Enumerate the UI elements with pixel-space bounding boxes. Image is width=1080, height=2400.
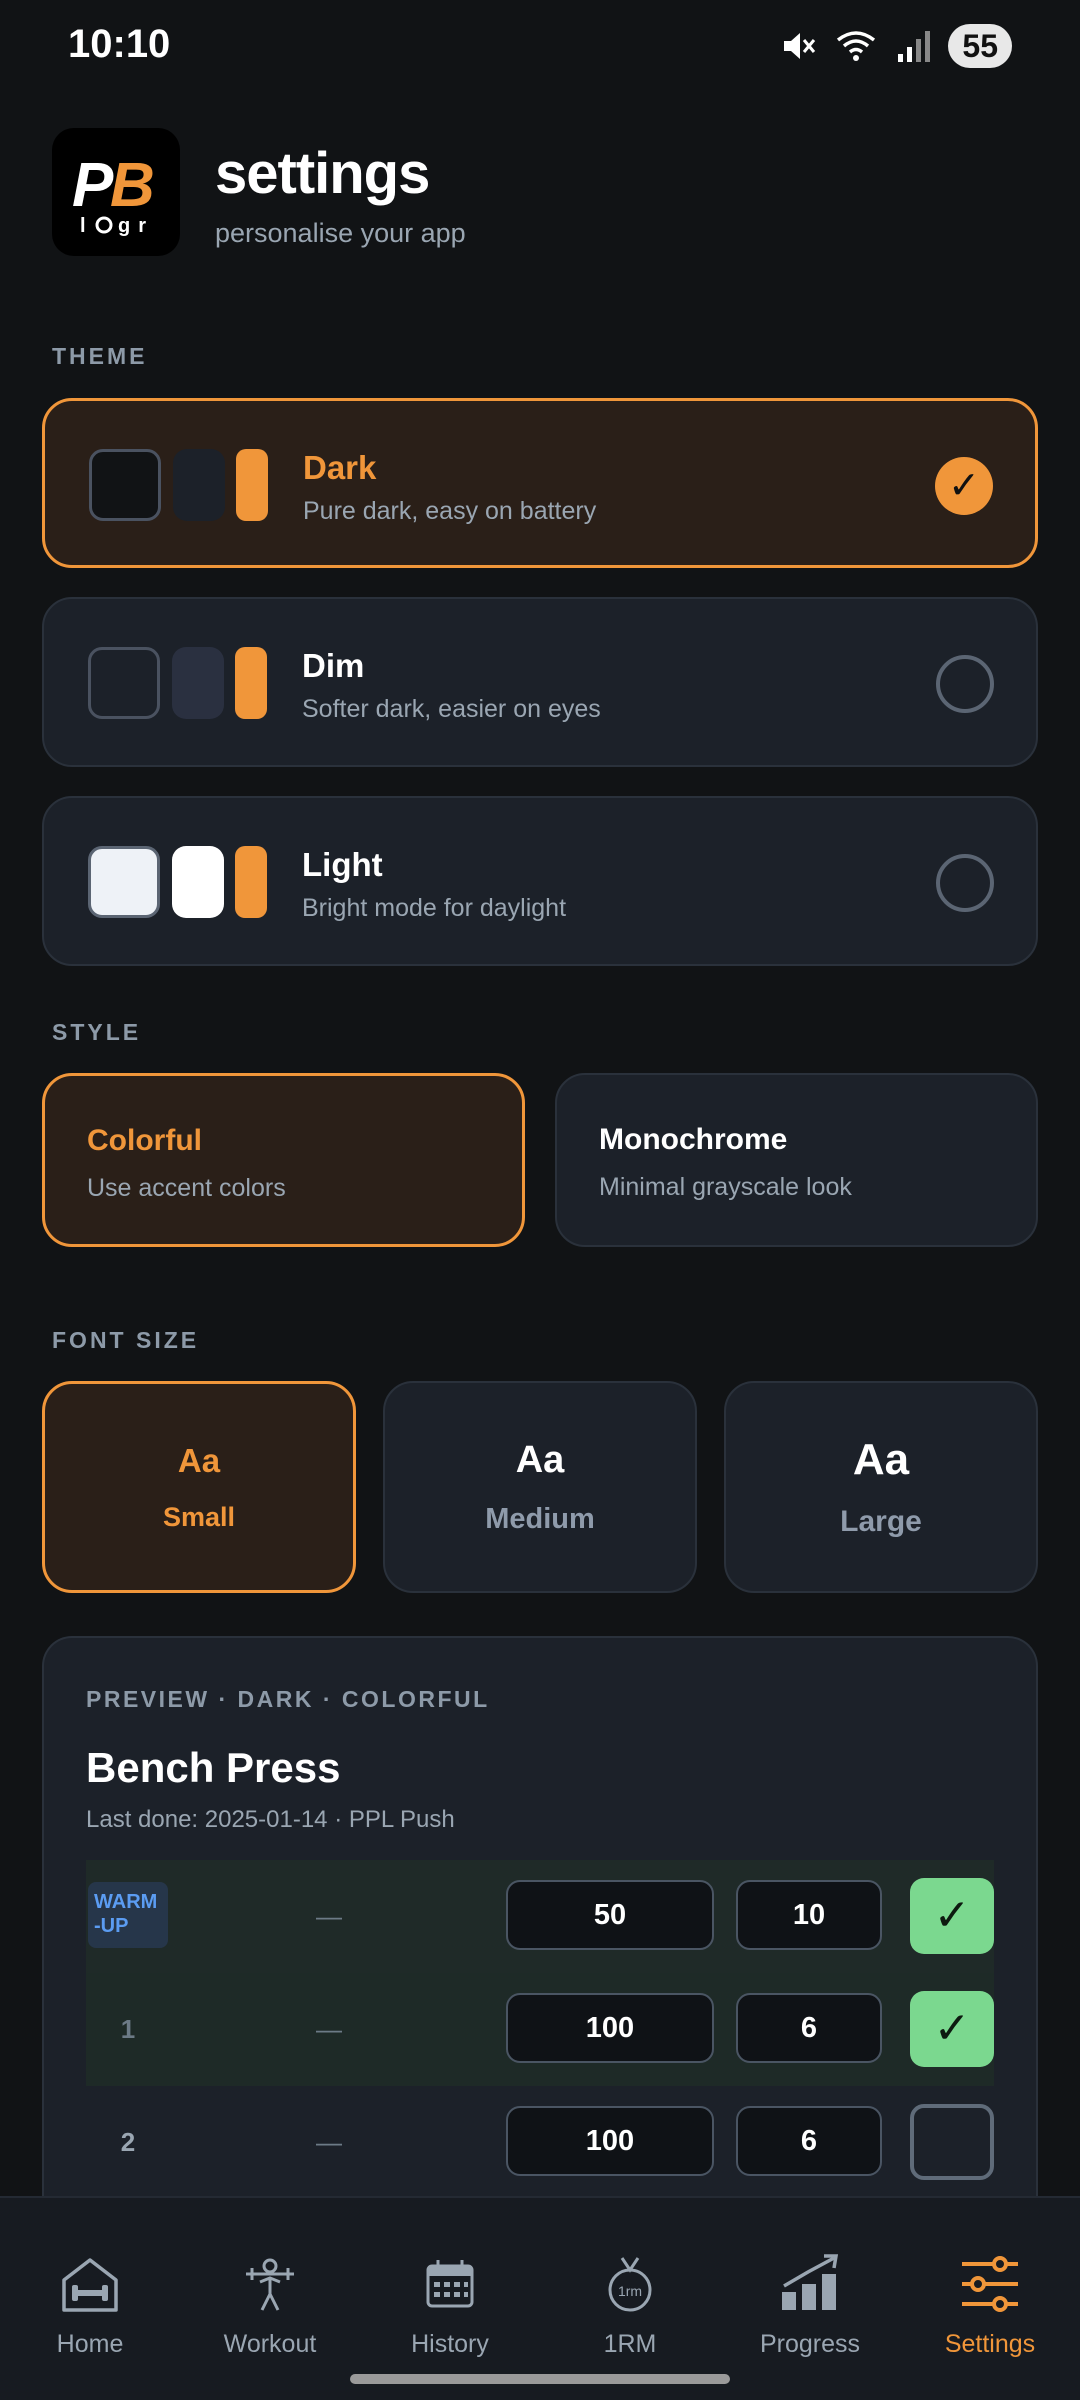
style-name: Colorful — [87, 1124, 202, 1157]
font-size-option-small[interactable]: Aa Small — [42, 1381, 356, 1593]
style-section-label: STYLE — [52, 1019, 142, 1045]
set-number: 2 — [120, 2127, 136, 2157]
theme-description: Pure dark, easy on battery — [303, 497, 597, 525]
signal-icon — [898, 31, 931, 62]
theme-swatch-background — [88, 647, 160, 719]
theme-option-dim[interactable]: Dim Softer dark, easier on eyes — [42, 597, 1038, 767]
font-size-sample: Aa — [177, 1442, 221, 1479]
theme-swatch-accent — [235, 647, 267, 719]
style-name: Monochrome — [599, 1123, 788, 1156]
font-size-label: Large — [840, 1505, 922, 1538]
nav-label: Settings — [944, 2330, 1036, 2358]
style-description: Use accent colors — [87, 1174, 286, 1202]
radio-button[interactable] — [936, 655, 994, 713]
svg-text:gr: gr — [118, 215, 154, 237]
weight-input[interactable]: 50 — [506, 1880, 714, 1950]
preview-label: PREVIEW · DARK · COLORFUL — [86, 1686, 490, 1712]
sliders-icon — [962, 2256, 1018, 2312]
bottom-navigation: Home Workout History 1rm 1RM Progress Se… — [0, 2196, 1080, 2400]
set-row: 1 — 100 6 ✓ — [86, 1973, 994, 2086]
set-number: 1 — [120, 2014, 136, 2044]
battery-icon: 55 — [948, 24, 1012, 68]
home-icon — [62, 2258, 118, 2312]
theme-swatch-background — [89, 449, 161, 521]
theme-swatch-background — [88, 846, 160, 918]
app-logo: P B l gr — [52, 128, 180, 256]
font-size-option-large[interactable]: Aa Large — [724, 1381, 1038, 1593]
theme-description: Softer dark, easier on eyes — [302, 695, 601, 723]
theme-name: Dim — [302, 647, 365, 684]
wifi-icon — [837, 31, 876, 61]
status-icons: 55 — [780, 24, 1012, 68]
font-size-sample: Aa — [515, 1439, 565, 1481]
theme-name: Dark — [303, 449, 377, 486]
font-size-section-label: FONT SIZE — [52, 1327, 200, 1353]
reps-input[interactable]: 10 — [736, 1880, 882, 1950]
theme-option-light[interactable]: Light Bright mode for daylight — [42, 796, 1038, 966]
page-subtitle: personalise your app — [215, 218, 466, 248]
theme-swatch-accent — [235, 846, 267, 918]
previous-value: — — [316, 2127, 342, 2157]
theme-swatch-surface — [173, 449, 225, 521]
status-time: 10:10 — [68, 22, 171, 66]
style-description: Minimal grayscale look — [599, 1173, 852, 1201]
nav-item-workout[interactable]: Workout — [180, 2198, 360, 2358]
theme-description: Bright mode for daylight — [302, 894, 567, 922]
weight-input[interactable]: 100 — [506, 2106, 714, 2176]
mute-icon — [784, 33, 816, 59]
nav-item-history[interactable]: History — [360, 2198, 540, 2358]
set-row: WARM -UP — 50 10 ✓ — [86, 1860, 994, 1973]
weight-input[interactable]: 100 — [506, 1993, 714, 2063]
font-size-sample: Aa — [852, 1435, 910, 1484]
style-option-colorful[interactable]: Colorful Use accent colors — [42, 1073, 525, 1247]
font-size-option-medium[interactable]: Aa Medium — [383, 1381, 697, 1593]
check-icon[interactable]: ✓ — [935, 457, 993, 515]
style-option-monochrome[interactable]: Monochrome Minimal grayscale look — [555, 1073, 1038, 1247]
theme-section-label: THEME — [52, 343, 148, 369]
last-done-text: Last done: 2025-01-14 · PPL Push — [86, 1806, 455, 1833]
one-rep-max-icon: 1rm — [608, 2257, 652, 2312]
theme-swatch-accent — [236, 449, 268, 521]
nav-label: 1RM — [603, 2330, 657, 2358]
exercise-name: Bench Press — [86, 1744, 341, 1791]
set-complete-checkbox[interactable]: ✓ — [910, 1991, 994, 2067]
reps-input[interactable]: 6 — [736, 1993, 882, 2063]
workout-icon — [246, 2258, 294, 2311]
home-indicator[interactable] — [350, 2374, 730, 2384]
set-complete-checkbox[interactable]: ✓ — [910, 1878, 994, 1954]
svg-text:l: l — [80, 215, 94, 237]
svg-text:B: B — [110, 151, 155, 220]
nav-label: Home — [56, 2330, 124, 2358]
svg-text:1rm: 1rm — [618, 2283, 642, 2299]
progress-chart-icon — [782, 2254, 839, 2310]
nav-label: History — [411, 2330, 489, 2358]
font-size-label: Small — [162, 1502, 236, 1532]
theme-swatch-surface — [172, 846, 224, 918]
nav-item-1rm[interactable]: 1rm 1RM — [540, 2198, 720, 2358]
radio-button[interactable] — [936, 854, 994, 912]
theme-preview-card: PREVIEW · DARK · COLORFUL Bench Press La… — [42, 1636, 1038, 2196]
svg-text:P: P — [72, 151, 114, 220]
nav-label: Progress — [759, 2330, 861, 2358]
set-complete-checkbox[interactable] — [910, 2104, 994, 2180]
page-title: settings — [215, 141, 430, 206]
theme-swatch-surface — [172, 647, 224, 719]
theme-name: Light — [302, 846, 383, 883]
nav-item-home[interactable]: Home — [0, 2198, 180, 2358]
status-bar: 10:10 55 — [0, 0, 1080, 92]
reps-input[interactable]: 6 — [736, 2106, 882, 2176]
previous-value: — — [316, 2014, 342, 2044]
nav-item-settings[interactable]: Settings — [900, 2198, 1080, 2358]
nav-label: Workout — [223, 2330, 317, 2358]
warmup-badge: WARM -UP — [88, 1882, 168, 1948]
theme-option-dark[interactable]: Dark Pure dark, easy on battery ✓ — [42, 398, 1038, 568]
calendar-icon — [426, 2260, 474, 2308]
set-row: 2 — 100 6 — [86, 2086, 994, 2196]
nav-item-progress[interactable]: Progress — [720, 2198, 900, 2358]
font-size-label: Medium — [485, 1503, 595, 1535]
previous-value: — — [316, 1901, 342, 1931]
